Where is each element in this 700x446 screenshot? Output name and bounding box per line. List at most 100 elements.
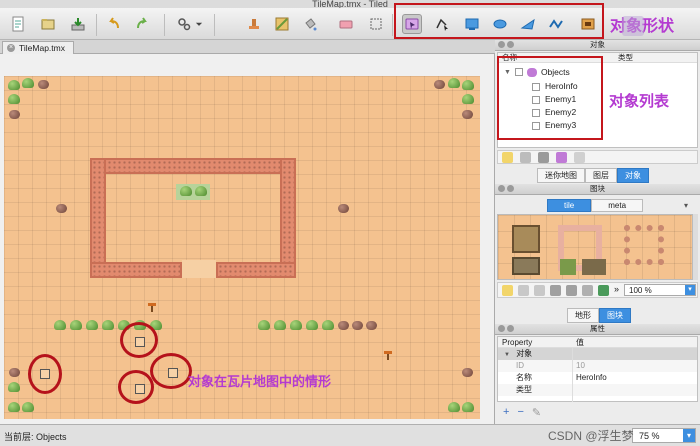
tile-stone[interactable]: [512, 257, 540, 275]
bush: [462, 402, 474, 412]
redo-icon[interactable]: [132, 14, 152, 34]
properties-icon[interactable]: [550, 285, 561, 296]
edit-property-icon[interactable]: ✎: [532, 406, 541, 419]
objects-toolbar: [497, 150, 698, 164]
close-tab-icon[interactable]: ×: [7, 44, 15, 52]
property-group-row[interactable]: ▼ 对象: [498, 348, 697, 360]
rect-select-icon[interactable]: [366, 14, 386, 34]
bush: [70, 320, 82, 330]
tab-objects[interactable]: 对象: [617, 168, 649, 183]
object-highlight-circle: [28, 354, 62, 394]
properties-table[interactable]: Property 值 ▼ 对象 ID 10 名称 HeroInfo 类型: [497, 336, 698, 402]
signpost-icon: [148, 303, 156, 312]
annotation-list: 对象列表: [609, 93, 670, 110]
eye-icon: [622, 16, 644, 36]
properties-panel-header: 属性: [495, 324, 700, 335]
tab-terrain[interactable]: 地形: [567, 308, 599, 323]
new-file-icon[interactable]: [8, 14, 28, 34]
bush: [22, 402, 34, 412]
objects-panel-tabs: 迷你地图 图层 对象: [537, 168, 649, 183]
object-list-highlight: [497, 56, 603, 140]
bush: [22, 78, 34, 88]
panel-float-icon[interactable]: [507, 41, 514, 48]
chevron-down-icon[interactable]: ▾: [683, 429, 695, 442]
delete-icon[interactable]: [538, 152, 549, 163]
bush: [102, 320, 114, 330]
table-row[interactable]: ID 10: [498, 360, 697, 372]
table-row[interactable]: 类型: [498, 384, 697, 396]
tiled-window: TileMap.tmx - Tiled 对象形状 × TileMap.t: [0, 0, 700, 446]
eraser-icon[interactable]: [336, 14, 356, 34]
tileset-panel-header: 图块: [495, 184, 700, 195]
add-layer-icon[interactable]: [502, 152, 513, 163]
rock: [434, 80, 445, 89]
bush: [54, 320, 66, 330]
tileset-grid[interactable]: [497, 214, 693, 280]
remove-property-icon[interactable]: −: [517, 406, 523, 418]
delete-tileset-icon[interactable]: [566, 285, 577, 296]
map-view[interactable]: 对象在瓦片地图中的情形: [0, 54, 495, 424]
bush: [86, 320, 98, 330]
terrain-brush-icon[interactable]: [272, 14, 292, 34]
panel-close-icon[interactable]: [498, 325, 505, 332]
wall-bottom-left: [90, 262, 182, 278]
tab-minimap[interactable]: 迷你地图: [537, 168, 585, 183]
tab-meta[interactable]: meta: [591, 199, 644, 212]
document-tab-label: TileMap.tmx: [19, 43, 65, 53]
tile-grass[interactable]: [560, 259, 576, 275]
export-icon[interactable]: [534, 285, 545, 296]
add-property-icon[interactable]: +: [503, 406, 509, 418]
bush: [195, 186, 207, 196]
chevron-down-icon[interactable]: ▾: [685, 285, 695, 295]
rock: [338, 204, 349, 213]
zoom-select[interactable]: 100 % ▾: [624, 284, 696, 296]
tileset-tabs: tile meta: [547, 199, 644, 212]
duplicate-icon[interactable]: [520, 152, 531, 163]
tileset-scrollbar[interactable]: [693, 214, 698, 280]
image-icon[interactable]: [598, 285, 609, 296]
bush: [8, 402, 20, 412]
table-row[interactable]: 名称 HeroInfo: [498, 372, 697, 384]
wall-bottom-right: [216, 262, 296, 278]
panel-float-icon[interactable]: [507, 185, 514, 192]
chevron-down-icon[interactable]: ▼: [504, 352, 510, 358]
bush: [462, 80, 474, 90]
command-icon[interactable]: [174, 14, 194, 34]
tab-layers[interactable]: 图层: [585, 168, 617, 183]
rock: [56, 204, 67, 213]
objects-panel-title: 对象: [590, 40, 605, 49]
new-tileset-icon[interactable]: [502, 285, 513, 296]
import-icon[interactable]: [518, 285, 529, 296]
stamp-brush-icon[interactable]: [244, 14, 264, 34]
tab-tiles[interactable]: 图块: [599, 308, 631, 323]
tileset-menu-icon[interactable]: ▾: [684, 201, 688, 210]
rock: [38, 80, 49, 89]
document-tab[interactable]: × TileMap.tmx: [2, 41, 74, 54]
more-icon[interactable]: »: [614, 284, 619, 294]
visibility-icon[interactable]: [574, 152, 585, 163]
edit-terrain-icon[interactable]: [582, 285, 593, 296]
zoom-dropdown[interactable]: 75 % ▾: [632, 428, 696, 443]
bush: [8, 94, 20, 104]
wall-top: [90, 158, 296, 174]
panel-close-icon[interactable]: [498, 185, 505, 192]
object-props-icon[interactable]: [556, 152, 567, 163]
tile-stone[interactable]: [512, 225, 540, 253]
open-file-icon[interactable]: [38, 14, 58, 34]
undo-icon[interactable]: [104, 14, 124, 34]
watermark: CSDN @浮生梦: [548, 429, 634, 443]
tileset-bottom-tabs: 地形 图块: [567, 308, 631, 323]
save-file-icon[interactable]: [68, 14, 88, 34]
tile-path[interactable]: [624, 225, 664, 265]
tile-stone[interactable]: [582, 259, 606, 275]
bucket-fill-icon[interactable]: [300, 14, 320, 34]
signpost-icon: [384, 351, 392, 360]
tile-map-canvas[interactable]: 对象在瓦片地图中的情形: [4, 76, 480, 419]
col-property-header: Property: [502, 338, 533, 347]
command-dropdown-icon[interactable]: [194, 14, 204, 34]
bush: [448, 402, 460, 412]
object-highlight-circle: [150, 353, 192, 389]
panel-close-icon[interactable]: [498, 41, 505, 48]
tab-tile[interactable]: tile: [547, 199, 592, 212]
panel-float-icon[interactable]: [507, 325, 514, 332]
